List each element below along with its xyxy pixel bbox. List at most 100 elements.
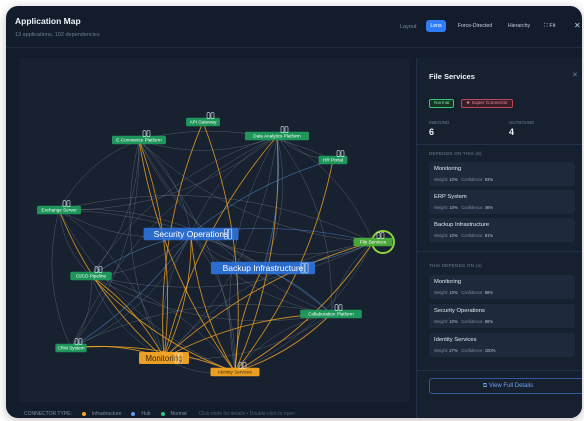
graph-node-cicd[interactable]: CI/CD Pipeline — [70, 266, 112, 281]
inbound-label: INBOUND — [429, 120, 450, 125]
card-meta: Weight: 10% Confidence: 91% — [434, 233, 494, 238]
dependency-edge — [70, 233, 192, 349]
view-full-details-label: View Full Details — [488, 383, 534, 389]
node-label: File Services — [360, 240, 387, 245]
this-depends-card[interactable]: Identity Services Weight: 27% Confidence… — [429, 333, 575, 357]
graph-node-ecom[interactable]: E-Commerce Platform — [111, 130, 167, 145]
dependency-edge — [190, 233, 236, 373]
dependency-edge — [90, 139, 140, 277]
fit-button[interactable]: ⛶ Fit — [544, 20, 556, 32]
node-label: API Gateway — [190, 120, 218, 125]
graph-node-crm[interactable]: CRM System — [55, 338, 87, 353]
external-link-icon: ⧉ — [482, 383, 488, 389]
graph-node-exchange[interactable]: Exchange Server — [37, 200, 81, 215]
node-label: Security Operations — [154, 229, 229, 239]
node-label: Identity Services — [218, 370, 252, 375]
card-meta: Weight: 27% Confidence: 100% — [434, 348, 496, 353]
legend-item-infrastructure: Infrastructure — [91, 411, 122, 417]
this-depends-card[interactable]: Monitoring Weight: 10% Confidence: 86% — [429, 275, 575, 299]
graph-node-files[interactable]: File Services — [353, 230, 395, 254]
dependency-edge — [190, 233, 236, 373]
legend-label: CONNECTOR TYPE: — [24, 411, 72, 417]
outbound-value: 4 — [509, 127, 515, 137]
card-name: ERP System — [434, 194, 467, 200]
dependency-edge — [70, 139, 140, 349]
divider — [417, 370, 582, 371]
panel-title: File Services — [429, 72, 475, 81]
graph-node-hr[interactable]: HR Portal — [318, 150, 348, 165]
card-meta: Weight: 10% Confidence: 86% — [434, 319, 494, 324]
dependency-edge — [90, 275, 165, 359]
graph-node-collab[interactable]: Collaboration Platform — [300, 304, 362, 319]
layout-option-lens[interactable]: Lens — [426, 20, 446, 32]
node-label: HR Portal — [323, 158, 343, 163]
dependency-edge — [70, 275, 92, 349]
depends-on-card[interactable]: Monitoring Weight: 10% Confidence: 93% — [429, 162, 575, 186]
depends-on-card[interactable]: Backup Infrastructure Weight: 10% Confid… — [429, 218, 575, 242]
node-label: Monitoring — [145, 354, 182, 363]
depends-on-title: DEPENDS ON THIS (6) — [429, 151, 482, 156]
application-map-window: Application Map 13 applications, 102 dep… — [6, 6, 582, 418]
card-meta: Weight: 10% Confidence: 46% — [434, 205, 494, 210]
node-label: Data Analytics Platform — [253, 134, 301, 139]
outbound-label: OUTBOUND — [509, 120, 535, 125]
node-label: Exchange Server — [41, 208, 77, 213]
card-name: Backup Infrastructure — [434, 222, 490, 228]
node-label: E-Commerce Platform — [116, 138, 162, 143]
header-bar: Application Map 13 applications, 102 dep… — [6, 6, 582, 48]
card-name: Monitoring — [434, 166, 462, 172]
node-label: Collaboration Platform — [308, 312, 354, 317]
card-name: Monitoring — [434, 279, 462, 285]
dependency-edge — [229, 135, 278, 373]
divider — [417, 144, 582, 145]
node-label: CRM System — [57, 346, 84, 351]
dependency-edge — [70, 135, 278, 349]
graph-node-analytics[interactable]: Data Analytics Platform — [244, 126, 310, 141]
super-connector-badge: ★ Super Connector — [461, 99, 513, 108]
fit-label: Fit — [549, 23, 556, 29]
dependency-graph[interactable]: API Gateway E-Commerce Platform Data Analy… — [19, 58, 409, 402]
depends-on-card[interactable]: ERP System Weight: 10% Confidence: 46% — [429, 190, 575, 214]
dependency-edge — [262, 135, 279, 269]
node-label: Backup Infrastructure — [223, 263, 304, 273]
layout-label: Layout — [400, 24, 417, 30]
dependency-edge — [70, 233, 192, 349]
this-depends-card[interactable]: Security Operations Weight: 10% Confiden… — [429, 304, 575, 328]
dependency-edge — [90, 275, 165, 359]
normal-badge: Normal — [429, 99, 455, 108]
dependency-edge — [330, 241, 374, 315]
card-meta: Weight: 10% Confidence: 86% — [434, 290, 494, 295]
view-full-details-button[interactable]: ⧉ View Full Details — [429, 378, 582, 394]
legend-item-normal: Normal — [170, 411, 187, 417]
dependency-edge — [276, 135, 374, 243]
detail-panel: File Services ✕ Normal ★ Super Connector… — [416, 58, 582, 418]
close-icon[interactable]: ✕ — [574, 20, 581, 32]
dependency-edge — [58, 209, 92, 277]
graph-node-secops[interactable]: Security Operations — [143, 227, 239, 241]
card-name: Identity Services — [434, 337, 477, 343]
dependency-edge — [58, 139, 140, 211]
hub-dot-icon — [131, 412, 136, 416]
layout-option-hierarchy[interactable]: Hierarchy — [503, 20, 535, 32]
graph-canvas[interactable]: API Gateway E-Commerce Platform Data Analy… — [19, 58, 409, 402]
dependency-edge — [262, 135, 284, 269]
layout-option-force-directed[interactable]: Force-Directed — [450, 20, 500, 32]
graph-node-api[interactable]: API Gateway — [186, 112, 220, 127]
connector-legend: CONNECTOR TYPE: Infrastructure Hub Norma… — [24, 408, 295, 418]
normal-dot-icon — [160, 412, 165, 416]
node-label: CI/CD Pipeline — [76, 274, 107, 279]
page-title: Application Map — [15, 16, 81, 26]
inbound-value: 6 — [429, 127, 435, 137]
divider — [417, 251, 582, 252]
this-depends-title: THIS DEPENDS ON (4) — [429, 263, 482, 268]
legend-hint: Click node for details • Double-click to… — [198, 411, 295, 417]
card-meta: Weight: 10% Confidence: 93% — [434, 177, 494, 182]
graph-node-monitoring[interactable]: Monitoring — [139, 352, 189, 364]
panel-close-icon[interactable]: ✕ — [572, 71, 578, 79]
dependency-edge — [202, 121, 239, 373]
infrastructure-dot-icon — [81, 412, 86, 416]
node-layer: API Gateway E-Commerce Platform Data Analy… — [37, 112, 395, 377]
legend-item-hub: Hub — [141, 411, 151, 417]
graph-node-backup[interactable]: Backup Infrastructure — [210, 261, 316, 275]
page-subtitle: 13 applications, 102 dependencies — [15, 32, 100, 38]
